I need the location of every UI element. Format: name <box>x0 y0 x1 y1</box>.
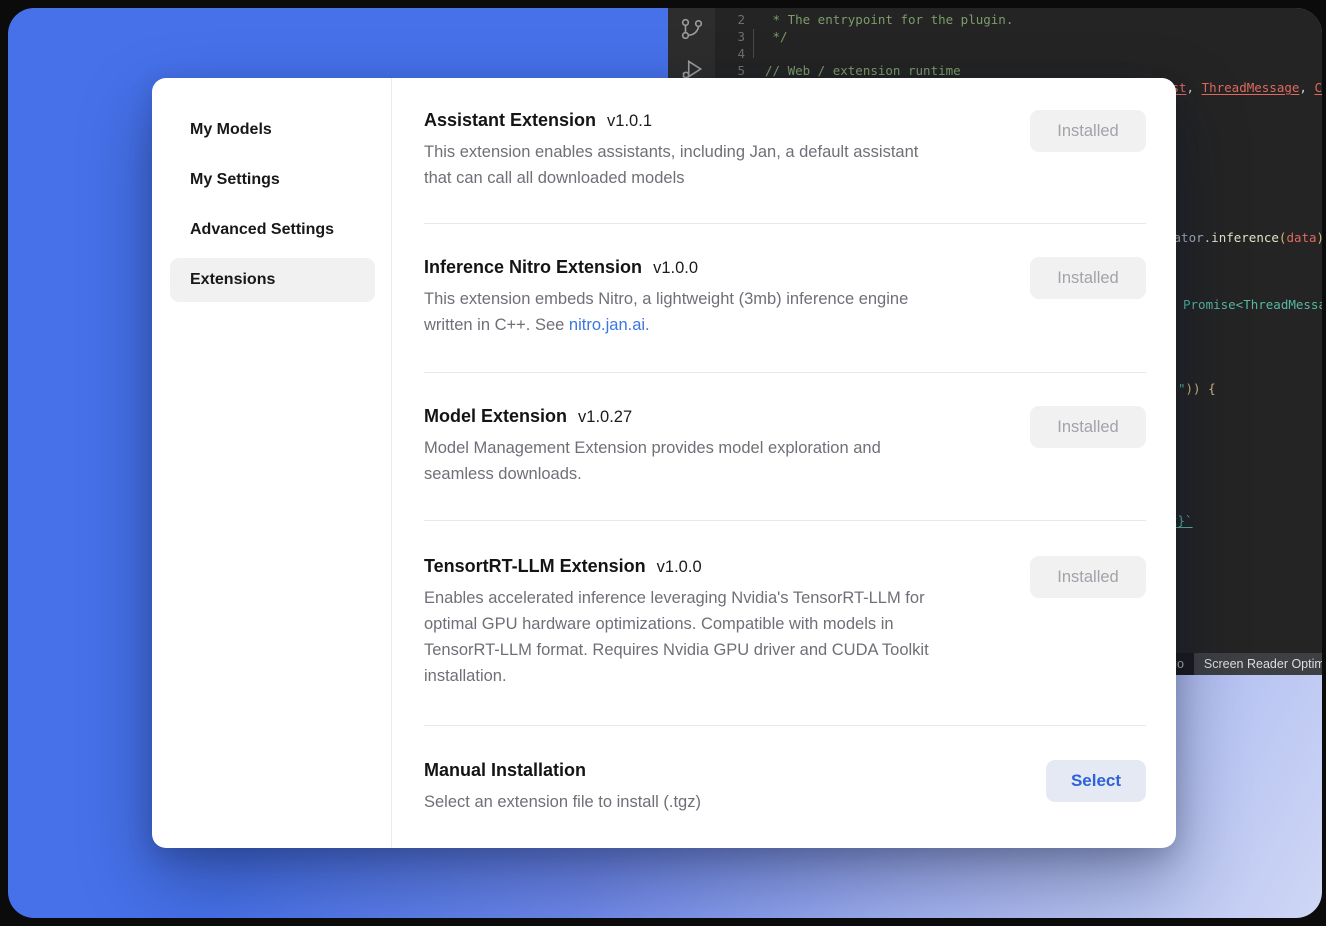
extension-version: v1.0.1 <box>607 112 652 131</box>
settings-sidebar: My Models My Settings Advanced Settings Ext… <box>152 78 392 848</box>
code-token: ThreadMessage <box>1202 80 1300 95</box>
code-token: // Web / extension runtime <box>765 63 961 78</box>
hero-background: 2 * The entrypoint for the plugin.3 */45… <box>8 8 1322 918</box>
sidebar-item-my-models[interactable]: My Models <box>170 108 375 152</box>
extension-title: TensortRT-LLM Extension v1.0.0 <box>424 556 929 577</box>
source-control-icon <box>679 16 705 42</box>
code-line: 4 <box>715 46 1322 63</box>
extension-info: Manual Installation Select an extension f… <box>424 760 701 815</box>
code-text: * The entrypoint for the plugin. <box>765 12 1013 29</box>
code-token: , <box>1299 80 1314 95</box>
extension-info: Assistant Extension v1.0.1 This extension … <box>424 110 918 191</box>
select-button[interactable]: Select <box>1046 760 1146 802</box>
code-token: ContentType <box>1314 80 1322 95</box>
extension-description: Select an extension file to install (.tg… <box>424 789 701 815</box>
code-line: 3 */ <box>715 29 1322 46</box>
code-token: */ <box>765 29 788 44</box>
code-line: 2 * The entrypoint for the plugin. <box>715 12 1322 29</box>
extension-version: v1.0.27 <box>578 408 632 427</box>
line-number: 3 <box>715 29 745 46</box>
code-fragment: Promise<ThreadMessage> <box>1183 297 1322 312</box>
extension-row: Manual Installation Select an extension f… <box>424 726 1146 815</box>
code-token: )) <box>1317 230 1322 245</box>
extension-info: TensortRT-LLM Extension v1.0.0 Enables acc… <box>424 556 929 689</box>
extension-description: This extension embeds Nitro, a lightweig… <box>424 286 908 338</box>
extension-description: Model Management Extension provides mode… <box>424 435 881 487</box>
extension-name: Inference Nitro Extension <box>424 257 642 278</box>
installed-button[interactable]: Installed <box>1030 556 1146 598</box>
extension-row: Assistant Extension v1.0.1 This extension … <box>424 78 1146 224</box>
line-number: 2 <box>715 12 745 29</box>
code-token: inference <box>1211 230 1279 245</box>
extension-link[interactable]: nitro.jan.ai. <box>569 316 650 334</box>
installed-button[interactable]: Installed <box>1030 110 1146 152</box>
line-number: 4 <box>715 46 745 63</box>
code-token: * The entrypoint for the plugin. <box>765 12 1013 27</box>
code-token: data <box>1286 230 1316 245</box>
code-token: { <box>1208 381 1216 396</box>
code-token: Promise<ThreadMessage> <box>1183 297 1322 312</box>
extension-title: Manual Installation <box>424 760 701 781</box>
extension-row: Model Extension v1.0.27 Model Management E… <box>424 373 1146 521</box>
extension-row: Inference Nitro Extension v1.0.0 This exte… <box>424 224 1146 373</box>
code-token: )) <box>1186 381 1209 396</box>
extension-description: This extension enables assistants, inclu… <box>424 139 918 191</box>
extension-name: Manual Installation <box>424 760 586 781</box>
sidebar-item-advanced-settings[interactable]: Advanced Settings <box>170 208 375 252</box>
extension-title: Inference Nitro Extension v1.0.0 <box>424 257 908 278</box>
extensions-panel: Assistant Extension v1.0.1 This extension … <box>392 78 1176 848</box>
extension-info: Inference Nitro Extension v1.0.0 This exte… <box>424 257 908 338</box>
code-fragment: rator.inference(data)); <box>1166 230 1322 245</box>
extension-info: Model Extension v1.0.27 Model Management E… <box>424 406 881 487</box>
extension-name: TensortRT-LLM Extension <box>424 556 646 577</box>
screen-reader-status: Screen Reader Optimized <box>1194 653 1322 675</box>
extension-description: Enables accelerated inference leveraging… <box>424 585 929 689</box>
extension-name: Model Extension <box>424 406 567 427</box>
extension-row: TensortRT-LLM Extension v1.0.0 Enables acc… <box>424 521 1146 726</box>
sidebar-item-extensions[interactable]: Extensions <box>170 258 375 302</box>
indent-guide <box>753 29 754 58</box>
extension-title: Model Extension v1.0.27 <box>424 406 881 427</box>
installed-button[interactable]: Installed <box>1030 406 1146 448</box>
installed-button[interactable]: Installed <box>1030 257 1146 299</box>
code-token: " <box>1178 381 1186 396</box>
extension-version: v1.0.0 <box>653 259 698 278</box>
extension-name: Assistant Extension <box>424 110 596 131</box>
extension-version: v1.0.0 <box>657 558 702 577</box>
code-text: */ <box>765 29 788 46</box>
sidebar-item-my-settings[interactable]: My Settings <box>170 158 375 202</box>
extension-title: Assistant Extension v1.0.1 <box>424 110 918 131</box>
code-token: , <box>1187 80 1202 95</box>
code-fragment: ")) { <box>1178 381 1216 396</box>
settings-modal: My Models My Settings Advanced Settings Ext… <box>152 78 1176 848</box>
